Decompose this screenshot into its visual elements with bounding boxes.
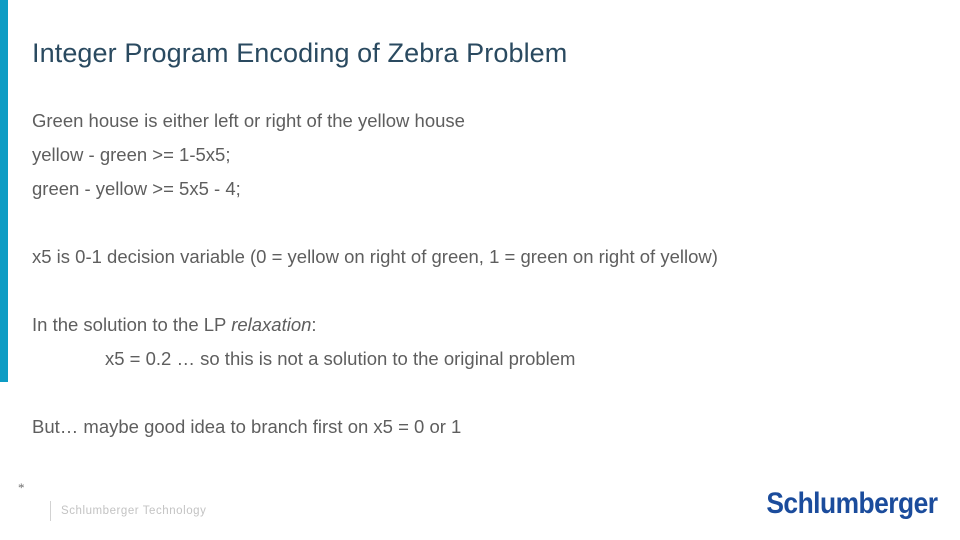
body-paragraph-branching: But… maybe good idea to branch first on … [32, 410, 936, 444]
lp-relaxation-heading: In the solution to the LP relaxation: [32, 308, 936, 342]
paragraph-spacer-2 [32, 274, 936, 308]
left-accent-bar [0, 0, 8, 382]
footer-label: Schlumberger Technology [61, 505, 207, 517]
schlumberger-wordmark: Schlumberger [766, 487, 939, 520]
asterisk-icon: * [18, 480, 25, 495]
footer-left-group: Schlumberger Technology [50, 500, 206, 522]
body-paragraph-constraints: Green house is either left or right of t… [32, 104, 936, 206]
footer-divider [50, 501, 51, 521]
paragraph-spacer-3 [32, 376, 936, 410]
body-paragraph-relaxation: In the solution to the LP relaxation: x5… [32, 308, 936, 376]
lp-relaxation-suffix: : [311, 314, 317, 335]
paragraph-spacer-1 [32, 206, 936, 240]
slide-canvas: Integer Program Encoding of Zebra Proble… [0, 0, 960, 540]
page-title: Integer Program Encoding of Zebra Proble… [32, 38, 568, 68]
constraint-inequality-2: green - yellow >= 5x5 - 4; [32, 178, 241, 199]
schlumberger-logo: Schlumberger [743, 487, 939, 520]
lp-relaxation-solution: x5 = 0.2 … so this is not a solution to … [105, 348, 576, 369]
lp-relaxation-emphasis: relaxation [231, 314, 312, 335]
decision-variable-description: x5 is 0-1 decision variable (0 = yellow … [32, 246, 718, 267]
slide-body: Green house is either left or right of t… [32, 104, 936, 444]
constraint-description-line: Green house is either left or right of t… [32, 110, 465, 131]
body-paragraph-variable: x5 is 0-1 decision variable (0 = yellow … [32, 240, 936, 274]
lp-relaxation-prefix: In the solution to the LP [32, 314, 232, 335]
constraint-inequality-1: yellow - green >= 1-5x5; [32, 144, 231, 165]
branching-suggestion: But… maybe good idea to branch first on … [32, 416, 462, 437]
